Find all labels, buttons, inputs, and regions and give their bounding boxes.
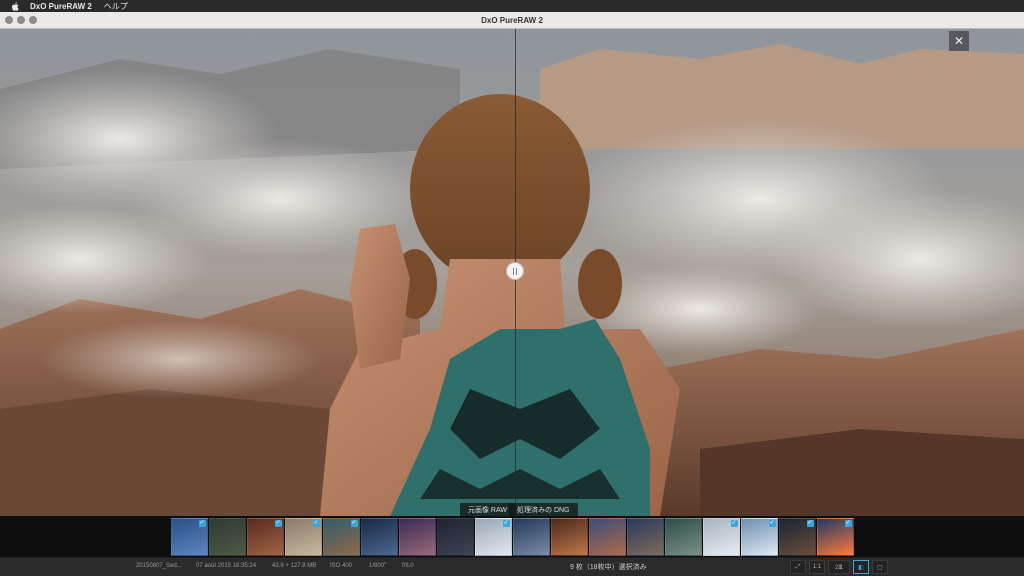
filmstrip: ✓ ✓ ✓ ✓ ✓ ✓ ✓ ✓ ✓ [0,516,1024,557]
processed-dng-label: 処理済みの DNG [509,503,578,516]
filmstrip-thumbnail[interactable]: ✓ [740,517,778,556]
check-icon[interactable]: ✓ [502,519,510,527]
check-icon[interactable]: ✓ [730,519,738,527]
selection-count: 9 枚（18枚中）選択済み [570,564,647,571]
split-handle-icon[interactable] [506,262,524,280]
view-tools: ⤢ 1:1 2:1 ⇕ ◧ ▢ [790,560,888,574]
window-controls [5,16,37,24]
check-icon[interactable]: ✓ [844,519,852,527]
image-viewer[interactable]: ✕ 元画像 RAW 処理済みの DNG [0,29,1024,516]
minimize-window-button[interactable] [17,16,25,24]
filmstrip-thumbnail[interactable] [398,517,436,556]
filmstrip-thumbnail[interactable]: ✓ [778,517,816,556]
filmstrip-thumbnail[interactable] [360,517,398,556]
status-bar: 20150807_Sed... 07 août 2015 18:35:24 43… [0,557,1024,576]
menu-help[interactable]: ヘルプ [104,1,128,12]
filmstrip-thumbnail[interactable]: ✓ [816,517,854,556]
aperture-value: f/8.0 [402,563,414,569]
filmstrip-thumbnail[interactable] [208,517,246,556]
split-view-icon[interactable]: ◧ [853,560,869,574]
apple-icon[interactable] [10,1,20,11]
filmstrip-thumbnail[interactable]: ✓ [322,517,360,556]
filmstrip-thumbnail[interactable]: ✓ [474,517,512,556]
filmstrip-thumbnail[interactable]: ✓ [284,517,322,556]
filmstrip-thumbnail[interactable]: ✓ [246,517,284,556]
fit-screen-icon[interactable]: ⤢ [790,560,806,574]
menu-bar: DxO PureRAW 2 ヘルプ [0,0,1024,12]
check-icon[interactable]: ✓ [768,519,776,527]
close-viewer-button[interactable]: ✕ [949,31,969,51]
side-by-side-icon[interactable]: ▢ [872,560,888,574]
check-icon[interactable]: ✓ [274,519,282,527]
filmstrip-thumbnail[interactable] [626,517,664,556]
check-icon[interactable]: ✓ [806,519,814,527]
filmstrip-thumbnail[interactable] [512,517,550,556]
filmstrip-thumbnail[interactable]: ✓ [170,517,208,556]
menu-app-name[interactable]: DxO PureRAW 2 [30,2,92,11]
shutter-value: 1/800" [369,563,387,569]
filmstrip-thumbnail[interactable] [550,517,588,556]
zoom-level-value: 2:1 [834,565,844,571]
maximize-window-button[interactable] [29,16,37,24]
window-titlebar: DxO PureRAW 2 [0,12,1024,29]
filmstrip-thumbnail[interactable] [436,517,474,556]
file-size: 43.9 + 127.8 MB [272,563,317,569]
filmstrip-thumbnail[interactable] [664,517,702,556]
capture-date: 07 août 2015 18:35:24 [196,563,257,569]
check-icon[interactable]: ✓ [198,519,206,527]
window-title: DxO PureRAW 2 [481,15,543,25]
zoom-level-select[interactable]: 2:1 ⇕ [828,560,850,574]
check-icon[interactable]: ✓ [350,519,358,527]
zoom-1-1-button[interactable]: 1:1 [809,560,825,574]
iso-value: ISO 400 [330,563,353,569]
filmstrip-thumbnail[interactable] [588,517,626,556]
check-icon[interactable]: ✓ [312,519,320,527]
original-raw-label: 元画像 RAW [459,503,515,516]
filmstrip-thumbnail[interactable]: ✓ [702,517,740,556]
close-window-button[interactable] [5,16,13,24]
thumbnail-strip: ✓ ✓ ✓ ✓ ✓ ✓ ✓ ✓ ✓ [170,517,854,556]
file-name: 20150807_Sed... [136,563,182,569]
